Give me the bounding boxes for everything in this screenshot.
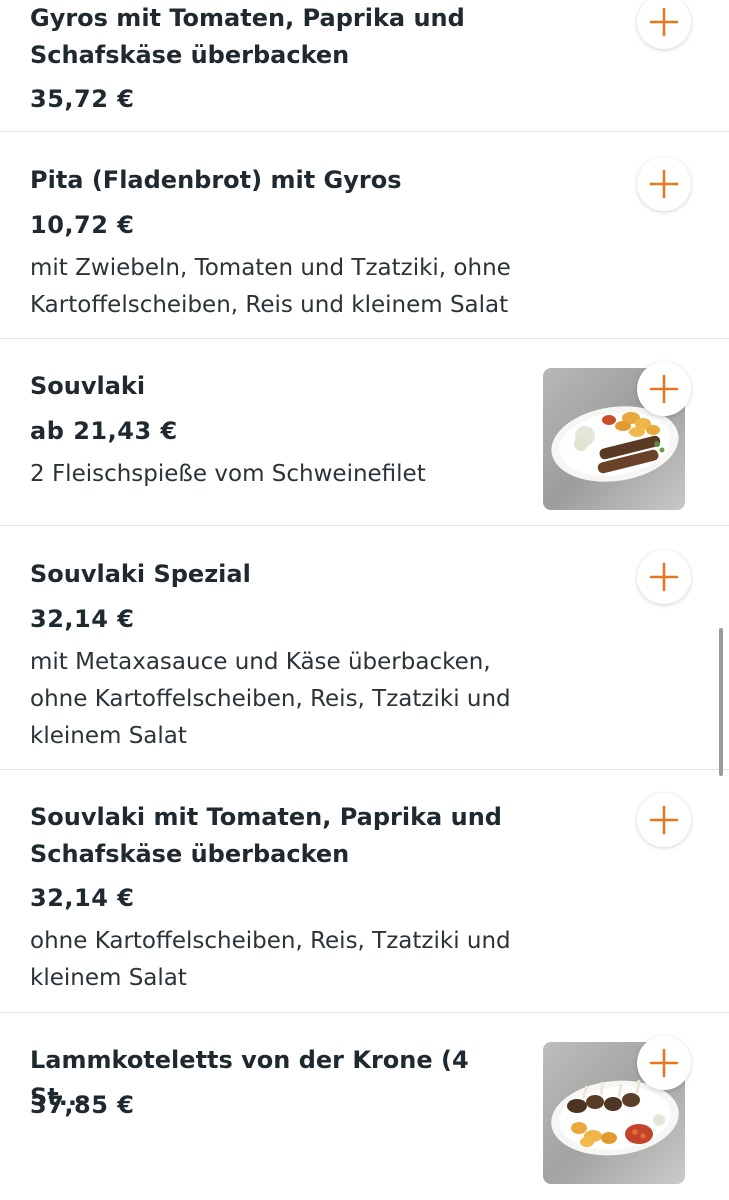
add-button[interactable] (637, 793, 691, 847)
item-price: ab 21,43 € (30, 417, 178, 445)
item-description: ohne Kartoffelscheiben, Reis, Tzatziki u… (30, 928, 511, 991)
item-title: Souvlaki (30, 372, 146, 400)
add-button[interactable] (637, 550, 691, 604)
menu-item[interactable]: Souvlaki Spezial 32,14 € mit Metaxasauce… (0, 526, 729, 770)
item-title: Souvlaki Spezial (30, 560, 251, 588)
plus-icon (649, 7, 679, 37)
menu-item[interactable]: Souvlaki mit Tomaten, Paprika und Schafs… (0, 770, 729, 1013)
item-description: 2 Fleischspieße vom Schweinefilet (30, 461, 426, 487)
add-button[interactable] (637, 1036, 691, 1090)
plus-icon (649, 1048, 679, 1078)
item-title: Souvlaki mit Tomaten, Paprika und Schafs… (30, 803, 502, 868)
plus-icon (649, 805, 679, 835)
item-price: 37,85 € (30, 1091, 135, 1119)
menu-item[interactable]: Pita (Fladenbrot) mit Gyros 10,72 € mit … (0, 132, 729, 339)
plus-icon (649, 169, 679, 199)
plus-icon (649, 374, 679, 404)
item-price: 35,72 € (30, 85, 135, 113)
menu-item-list: Gyros mit Tomaten, Paprika und Schafskäs… (0, 0, 729, 1200)
menu-item[interactable]: Souvlaki ab 21,43 € 2 Fleischspieße vom … (0, 339, 729, 526)
add-button[interactable] (637, 0, 691, 49)
plus-icon (649, 562, 679, 592)
add-button[interactable] (637, 157, 691, 211)
item-title: Pita (Fladenbrot) mit Gyros (30, 166, 402, 194)
add-button[interactable] (637, 362, 691, 416)
scrollbar[interactable] (719, 628, 723, 776)
item-price: 32,14 € (30, 884, 135, 912)
menu-item[interactable]: Gyros mit Tomaten, Paprika und Schafskäs… (0, 0, 729, 132)
menu-item[interactable]: Lammkoteletts von der Krone (4 St... 37,… (0, 1013, 729, 1200)
item-description: mit Metaxasauce und Käse überbacken, ohn… (30, 649, 511, 749)
item-description: mit Zwiebeln, Tomaten und Tzatziki, ohne… (30, 255, 511, 318)
item-price: 32,14 € (30, 605, 135, 633)
item-title: Gyros mit Tomaten, Paprika und Schafskäs… (30, 4, 465, 69)
item-price: 10,72 € (30, 211, 135, 239)
